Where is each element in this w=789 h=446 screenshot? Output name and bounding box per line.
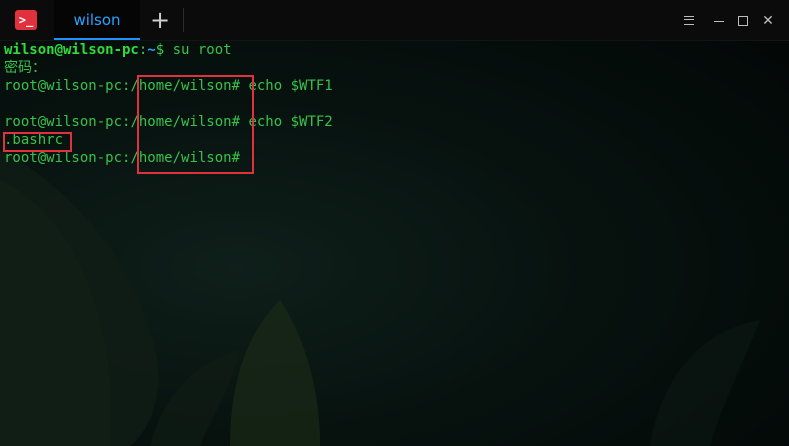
terminal-line: root@wilson-pc:/home/wilson# bbox=[4, 149, 784, 167]
new-tab-button[interactable]: + bbox=[148, 8, 172, 32]
terminal-line: root@wilson-pc:/home/wilson# echo $WTF2 bbox=[4, 113, 784, 131]
command-text: su root bbox=[172, 42, 232, 58]
user-host: wilson@wilson-pc bbox=[4, 42, 139, 58]
hamburger-icon bbox=[684, 16, 694, 25]
highlight-box-directory bbox=[137, 75, 254, 174]
active-tab-indicator bbox=[54, 38, 140, 40]
root-prompt: root@wilson-pc: bbox=[4, 114, 131, 130]
maximize-icon bbox=[738, 16, 748, 26]
maximize-button[interactable] bbox=[734, 10, 752, 30]
terminal-line: wilson@wilson-pc:~$ su root bbox=[4, 42, 232, 58]
minimize-icon bbox=[714, 21, 724, 22]
root-prompt: root@wilson-pc: bbox=[4, 78, 131, 94]
menu-button[interactable] bbox=[680, 10, 698, 30]
terminal-line: .bashrc bbox=[4, 131, 784, 149]
tab-wilson[interactable]: wilson bbox=[54, 0, 140, 40]
title-bar: >_ wilson + ✕ bbox=[0, 0, 789, 41]
close-button[interactable]: ✕ bbox=[759, 10, 777, 30]
password-prompt: 密码： bbox=[4, 60, 46, 76]
terminal-window: >_ wilson + ✕ wilson@wilson-pc:~$ su roo… bbox=[0, 0, 789, 446]
terminal-line: root@wilson-pc:/home/wilson# echo $WTF1 bbox=[4, 77, 784, 95]
terminal-app-icon: >_ bbox=[15, 10, 37, 30]
root-prompt: root@wilson-pc: bbox=[4, 150, 131, 166]
tab-label: wilson bbox=[73, 11, 121, 29]
current-directory: ~ bbox=[147, 42, 156, 58]
minimize-button[interactable] bbox=[710, 10, 728, 30]
close-icon: ✕ bbox=[762, 13, 774, 29]
terminal-output[interactable]: wilson@wilson-pc:~$ su root 密码： root@wil… bbox=[4, 41, 784, 441]
terminal-line: 密码： bbox=[4, 59, 784, 77]
highlight-box-output bbox=[3, 132, 72, 152]
tab-separator bbox=[183, 8, 184, 32]
